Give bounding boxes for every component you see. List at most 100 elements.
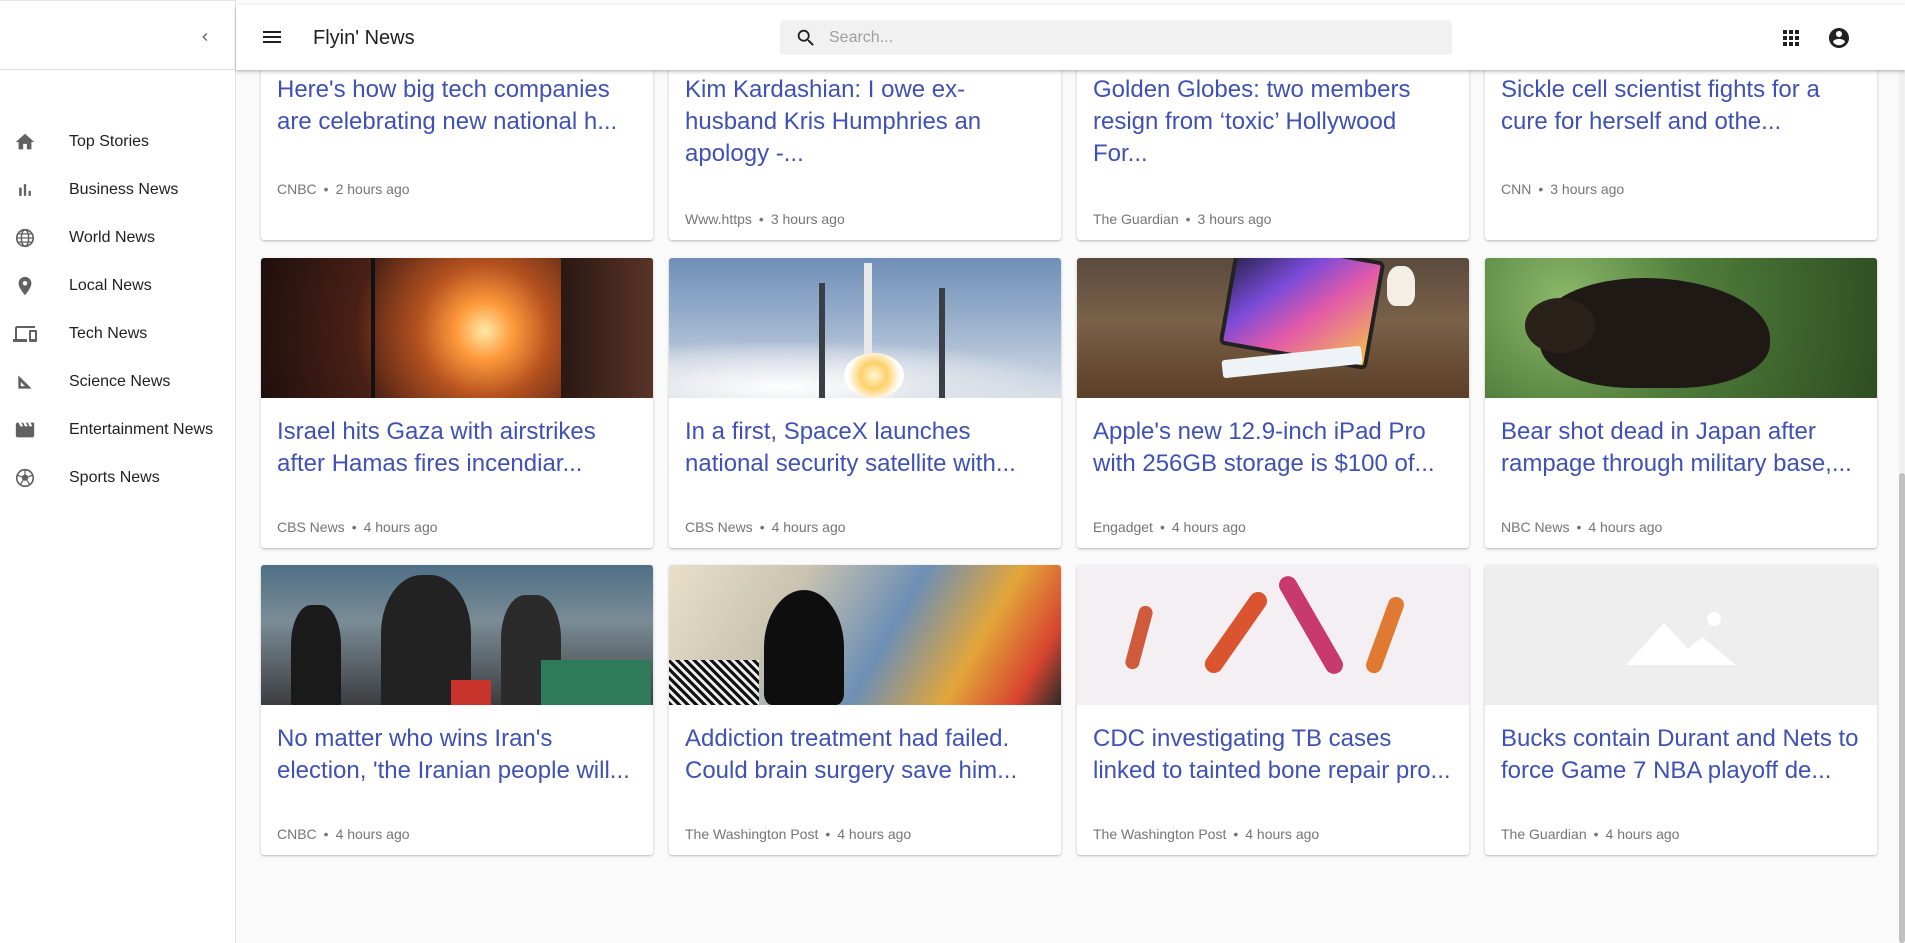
news-source: NBC News: [1501, 519, 1570, 535]
sidebar-item-sports-news[interactable]: Sports News: [0, 454, 236, 502]
separator-dot: •: [759, 519, 765, 535]
devices-icon: [13, 322, 37, 346]
separator-dot: •: [1159, 519, 1165, 535]
news-card-title[interactable]: Golden Globes: two members resign from ‘…: [1077, 74, 1469, 170]
news-card[interactable]: In a first, SpaceX launches national sec…: [669, 258, 1061, 548]
hamburger-menu-icon: [263, 31, 281, 43]
news-card-title[interactable]: Kim Kardashian: I owe ex-husband Kris Hu…: [669, 74, 1061, 170]
news-source: Www.https: [685, 211, 752, 227]
news-time: 4 hours ago: [1171, 519, 1246, 535]
sidebar-item-business-news[interactable]: Business News: [0, 166, 236, 214]
separator-dot: •: [1185, 211, 1191, 227]
sidebar-item-tech-news[interactable]: Tech News: [0, 310, 236, 358]
news-source: Engadget: [1093, 519, 1153, 535]
news-card-title[interactable]: Bucks contain Durant and Nets to force G…: [1485, 723, 1877, 819]
news-card-meta: CNN • 3 hours ago: [1501, 181, 1624, 197]
news-card-title[interactable]: In a first, SpaceX launches national sec…: [669, 416, 1061, 512]
news-card[interactable]: Israel hits Gaza with airstrikes after H…: [261, 258, 653, 548]
sidebar-item-entertainment-news[interactable]: Entertainment News: [0, 406, 236, 454]
sidebar: Top Stories Business News World News Loc…: [0, 0, 236, 943]
sidebar-item-label: Sports News: [69, 469, 160, 486]
news-card-title[interactable]: Apple's new 12.9-inch iPad Pro with 256G…: [1077, 416, 1469, 512]
news-time: 4 hours ago: [1588, 519, 1663, 535]
news-card[interactable]: Bucks contain Durant and Nets to force G…: [1485, 565, 1877, 855]
movie-icon: [13, 418, 37, 442]
separator-dot: •: [1593, 826, 1599, 842]
image-placeholder-icon: [1626, 612, 1736, 665]
ipad-photo[interactable]: [1077, 258, 1469, 398]
search-bar[interactable]: [780, 20, 1452, 55]
separator-dot: •: [1576, 519, 1582, 535]
news-card-meta: The Guardian • 4 hours ago: [1501, 826, 1679, 842]
separator-dot: •: [825, 826, 831, 842]
search-input[interactable]: [829, 28, 1429, 47]
sidebar-item-top-stories[interactable]: Top Stories: [0, 118, 236, 166]
news-source: The Washington Post: [1093, 826, 1227, 842]
news-card-title[interactable]: Addiction treatment had failed. Could br…: [669, 723, 1061, 819]
separator-dot: •: [351, 519, 357, 535]
voting-photo[interactable]: [261, 565, 653, 705]
bacteria-photo[interactable]: [1077, 565, 1469, 705]
separator-dot: •: [323, 181, 329, 197]
separator-dot: •: [758, 211, 764, 227]
sidebar-item-label: Top Stories: [69, 133, 150, 150]
news-card[interactable]: Bear shot dead in Japan after rampage th…: [1485, 258, 1877, 548]
soccer-ball-icon: [13, 466, 37, 490]
news-card-title[interactable]: Here's how big tech companies are celebr…: [261, 74, 653, 170]
news-source: CNBC: [277, 826, 317, 842]
sidebar-item-label: Business News: [69, 181, 179, 198]
news-source: CBS News: [277, 519, 345, 535]
news-source: CNN: [1501, 181, 1532, 197]
sidebar-item-science-news[interactable]: Science News: [0, 358, 236, 406]
menu-button[interactable]: [260, 25, 284, 49]
news-time: 3 hours ago: [1550, 181, 1625, 197]
sidebar-item-label: Entertainment News: [69, 421, 214, 438]
news-source: The Washington Post: [685, 826, 819, 842]
news-card-title[interactable]: Sickle cell scientist fights for a cure …: [1485, 74, 1877, 170]
news-time: 4 hours ago: [837, 826, 912, 842]
sidebar-item-label: Tech News: [69, 325, 148, 342]
news-card[interactable]: Addiction treatment had failed. Could br…: [669, 565, 1061, 855]
news-card-meta: CNBC • 2 hours ago: [277, 181, 410, 197]
news-card-title[interactable]: CDC investigating TB cases linked to tai…: [1077, 723, 1469, 819]
news-card[interactable]: CDC investigating TB cases linked to tai…: [1077, 565, 1469, 855]
brain-art-photo[interactable]: [669, 565, 1061, 705]
news-card-title[interactable]: Israel hits Gaza with airstrikes after H…: [261, 416, 653, 512]
news-card-title[interactable]: Bear shot dead in Japan after rampage th…: [1485, 416, 1877, 512]
news-card[interactable]: No matter who wins Iran's election, 'the…: [261, 565, 653, 855]
news-card-meta: Www.https • 3 hours ago: [685, 211, 845, 227]
sidebar-item-local-news[interactable]: Local News: [0, 262, 236, 310]
account-button[interactable]: [1827, 26, 1851, 50]
night-explosion-photo[interactable]: [261, 258, 653, 398]
app-bar: Flyin' News: [236, 5, 1905, 70]
collapse-sidebar-button[interactable]: [193, 25, 217, 49]
news-card-meta: CNBC • 4 hours ago: [277, 826, 410, 842]
apps-button[interactable]: [1779, 26, 1803, 50]
news-time: 4 hours ago: [771, 519, 846, 535]
news-card[interactable]: Apple's new 12.9-inch iPad Pro with 256G…: [1077, 258, 1469, 548]
bar-chart-icon: [13, 178, 37, 202]
rocket-launch-photo[interactable]: [669, 258, 1061, 398]
bear-photo[interactable]: [1485, 258, 1877, 398]
sidebar-nav: Top Stories Business News World News Loc…: [0, 118, 236, 502]
sidebar-item-label: Science News: [69, 373, 171, 390]
home-icon: [13, 130, 37, 154]
chevron-left-icon: [202, 33, 208, 41]
news-time: 2 hours ago: [335, 181, 410, 197]
globe-icon: [13, 226, 37, 250]
location-pin-icon: [13, 274, 37, 298]
news-card-meta: CBS News • 4 hours ago: [277, 519, 438, 535]
news-time: 4 hours ago: [1605, 826, 1680, 842]
scrollbar-thumb[interactable]: [1899, 473, 1905, 943]
separator-dot: •: [1233, 826, 1239, 842]
sidebar-item-world-news[interactable]: World News: [0, 214, 236, 262]
news-card-meta: The Washington Post • 4 hours ago: [685, 826, 911, 842]
placeholder-image[interactable]: [1485, 565, 1877, 705]
news-time: 3 hours ago: [770, 211, 845, 227]
search-icon: [795, 27, 817, 49]
news-card-title[interactable]: No matter who wins Iran's election, 'the…: [261, 723, 653, 819]
news-card-meta: CBS News • 4 hours ago: [685, 519, 846, 535]
news-card-meta: NBC News • 4 hours ago: [1501, 519, 1662, 535]
news-card-meta: The Washington Post • 4 hours ago: [1093, 826, 1319, 842]
news-source: CNBC: [277, 181, 317, 197]
